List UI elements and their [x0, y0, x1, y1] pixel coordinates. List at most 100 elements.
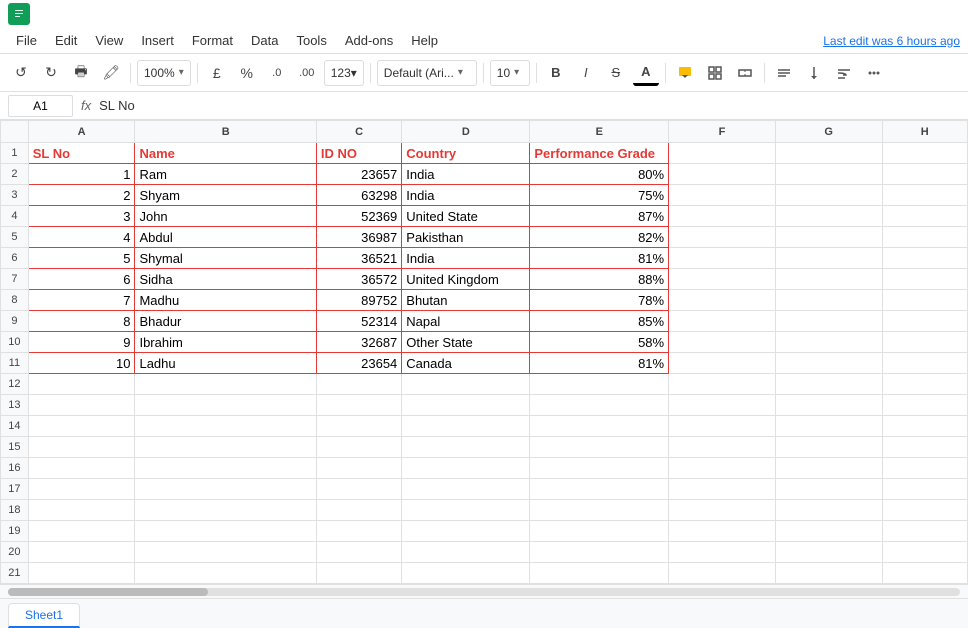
- cell-13E[interactable]: [530, 395, 669, 416]
- cell-10B[interactable]: Ibrahim: [135, 332, 316, 353]
- row-header-6[interactable]: 6: [1, 248, 29, 269]
- cell-13B[interactable]: [135, 395, 316, 416]
- cell-15H[interactable]: [882, 437, 967, 458]
- cell-4H[interactable]: [882, 206, 967, 227]
- paint-format-button[interactable]: 🖍: [98, 60, 124, 86]
- cell-18G[interactable]: [775, 500, 882, 521]
- col-header-A[interactable]: A: [28, 121, 135, 143]
- percent-button[interactable]: %: [234, 60, 260, 86]
- row-header-15[interactable]: 15: [1, 437, 29, 458]
- scrollbar-thumb[interactable]: [8, 588, 208, 596]
- row-header-12[interactable]: 12: [1, 374, 29, 395]
- cell-4C[interactable]: 52369: [316, 206, 401, 227]
- cell-8D[interactable]: Bhutan: [402, 290, 530, 311]
- cell-9A[interactable]: 8: [28, 311, 135, 332]
- cell-2A[interactable]: 1: [28, 164, 135, 185]
- cell-16B[interactable]: [135, 458, 316, 479]
- font-dropdown[interactable]: Default (Ari... ▾: [377, 60, 477, 86]
- row-header-16[interactable]: 16: [1, 458, 29, 479]
- cell-3A[interactable]: 2: [28, 185, 135, 206]
- decimal0-button[interactable]: .0: [264, 60, 290, 86]
- cell-14D[interactable]: [402, 416, 530, 437]
- valign-button[interactable]: [801, 60, 827, 86]
- currency-button[interactable]: £: [204, 60, 230, 86]
- cell-11F[interactable]: [669, 353, 776, 374]
- cell-20F[interactable]: [669, 542, 776, 563]
- cell-9E[interactable]: 85%: [530, 311, 669, 332]
- cell-17A[interactable]: [28, 479, 135, 500]
- cell-8H[interactable]: [882, 290, 967, 311]
- cell-21E[interactable]: [530, 563, 669, 584]
- cell-2F[interactable]: [669, 164, 776, 185]
- cell-1D[interactable]: Country: [402, 143, 530, 164]
- cell-17G[interactable]: [775, 479, 882, 500]
- row-header-8[interactable]: 8: [1, 290, 29, 311]
- cell-11A[interactable]: 10: [28, 353, 135, 374]
- cell-21D[interactable]: [402, 563, 530, 584]
- cell-11E[interactable]: 81%: [530, 353, 669, 374]
- row-header-5[interactable]: 5: [1, 227, 29, 248]
- cell-2C[interactable]: 23657: [316, 164, 401, 185]
- row-header-10[interactable]: 10: [1, 332, 29, 353]
- cell-10H[interactable]: [882, 332, 967, 353]
- cell-7B[interactable]: Sidha: [135, 269, 316, 290]
- cell-12A[interactable]: [28, 374, 135, 395]
- cell-20E[interactable]: [530, 542, 669, 563]
- italic-button[interactable]: I: [573, 60, 599, 86]
- cell-15C[interactable]: [316, 437, 401, 458]
- col-header-B[interactable]: B: [135, 121, 316, 143]
- cell-3C[interactable]: 63298: [316, 185, 401, 206]
- cell-17H[interactable]: [882, 479, 967, 500]
- cell-15D[interactable]: [402, 437, 530, 458]
- cell-9G[interactable]: [775, 311, 882, 332]
- cell-17E[interactable]: [530, 479, 669, 500]
- cell-6F[interactable]: [669, 248, 776, 269]
- cell-13A[interactable]: [28, 395, 135, 416]
- cell-7F[interactable]: [669, 269, 776, 290]
- row-header-1[interactable]: 1: [1, 143, 29, 164]
- cell-1F[interactable]: [669, 143, 776, 164]
- row-header-20[interactable]: 20: [1, 542, 29, 563]
- cell-2E[interactable]: 80%: [530, 164, 669, 185]
- cell-5E[interactable]: 82%: [530, 227, 669, 248]
- fontcolor-button[interactable]: A: [633, 60, 659, 86]
- cell-21H[interactable]: [882, 563, 967, 584]
- row-header-4[interactable]: 4: [1, 206, 29, 227]
- cell-1A[interactable]: SL No: [28, 143, 135, 164]
- cell-19A[interactable]: [28, 521, 135, 542]
- cell-7E[interactable]: 88%: [530, 269, 669, 290]
- cell-10A[interactable]: 9: [28, 332, 135, 353]
- cell-6D[interactable]: India: [402, 248, 530, 269]
- cell-18A[interactable]: [28, 500, 135, 521]
- cell-6G[interactable]: [775, 248, 882, 269]
- row-header-7[interactable]: 7: [1, 269, 29, 290]
- more-options-button[interactable]: [861, 60, 887, 86]
- fontsize-dropdown[interactable]: 10 ▾: [490, 60, 530, 86]
- cell-20A[interactable]: [28, 542, 135, 563]
- menu-file[interactable]: File: [8, 30, 45, 51]
- cell-12B[interactable]: [135, 374, 316, 395]
- cell-19F[interactable]: [669, 521, 776, 542]
- format-dropdown[interactable]: 123▾: [324, 60, 364, 86]
- cell-12E[interactable]: [530, 374, 669, 395]
- cell-10E[interactable]: 58%: [530, 332, 669, 353]
- cell-14H[interactable]: [882, 416, 967, 437]
- cell-10C[interactable]: 32687: [316, 332, 401, 353]
- cell-2G[interactable]: [775, 164, 882, 185]
- cell-16C[interactable]: [316, 458, 401, 479]
- cell-6C[interactable]: 36521: [316, 248, 401, 269]
- cell-4D[interactable]: United State: [402, 206, 530, 227]
- cell-7D[interactable]: United Kingdom: [402, 269, 530, 290]
- cell-6B[interactable]: Shymal: [135, 248, 316, 269]
- cell-4F[interactable]: [669, 206, 776, 227]
- cell-13H[interactable]: [882, 395, 967, 416]
- row-header-21[interactable]: 21: [1, 563, 29, 584]
- cell-20G[interactable]: [775, 542, 882, 563]
- cell-8E[interactable]: 78%: [530, 290, 669, 311]
- cell-2H[interactable]: [882, 164, 967, 185]
- undo-button[interactable]: ↺: [8, 60, 34, 86]
- cell-3D[interactable]: India: [402, 185, 530, 206]
- row-header-13[interactable]: 13: [1, 395, 29, 416]
- row-header-17[interactable]: 17: [1, 479, 29, 500]
- menu-addons[interactable]: Add-ons: [337, 30, 401, 51]
